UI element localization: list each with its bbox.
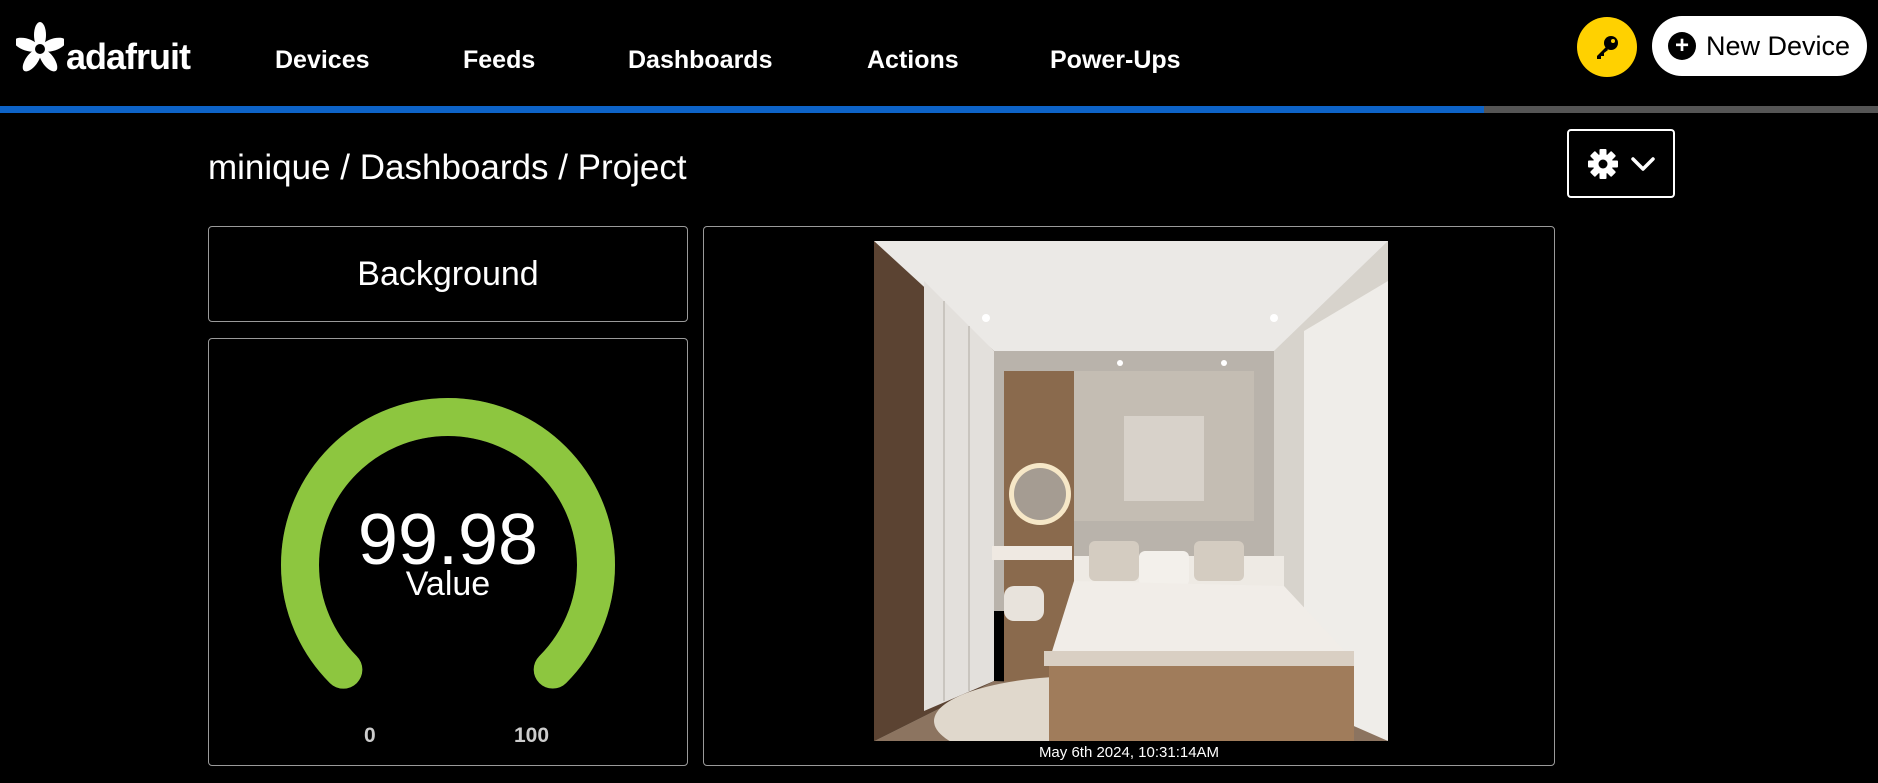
key-icon bbox=[1597, 36, 1618, 59]
text-block-label: Background bbox=[357, 254, 539, 293]
dashboard-settings-button[interactable] bbox=[1567, 129, 1675, 198]
gauge-label: Value bbox=[405, 565, 491, 603]
gauge-block[interactable]: 99.98 Value 0 100 bbox=[208, 338, 688, 766]
adafruit-logo[interactable]: adafruit bbox=[16, 14, 191, 80]
bedroom-image bbox=[874, 241, 1388, 741]
image-timestamp: May 6th 2024, 10:31:14AM bbox=[1038, 744, 1220, 761]
nav-feeds[interactable]: Feeds bbox=[463, 46, 535, 75]
nav-dashboards[interactable]: Dashboards bbox=[628, 46, 772, 75]
image-block[interactable]: May 6th 2024, 10:31:14AM bbox=[703, 226, 1555, 766]
page-progress-fill bbox=[0, 106, 1484, 113]
page-progress-bar bbox=[0, 106, 1878, 113]
new-device-label: New Device bbox=[1706, 30, 1851, 61]
nav-power-ups[interactable]: Power-Ups bbox=[1050, 46, 1181, 75]
nav-actions[interactable]: Actions bbox=[867, 46, 959, 75]
gear-icon bbox=[1588, 148, 1618, 179]
nav-devices[interactable]: Devices bbox=[275, 46, 370, 75]
gauge-max-label: 100 bbox=[514, 724, 550, 747]
text-block-background[interactable]: Background bbox=[208, 226, 688, 322]
logo-text: adafruit bbox=[66, 36, 191, 77]
chevron-down-icon bbox=[1631, 156, 1655, 171]
top-navigation-bar: adafruit Devices Feeds Dashboards Action… bbox=[0, 0, 1878, 106]
new-device-button[interactable]: + New Device bbox=[1652, 16, 1867, 76]
plus-icon: + bbox=[1668, 32, 1696, 60]
breadcrumb: minique / Dashboards / Project bbox=[208, 148, 687, 187]
api-key-button[interactable] bbox=[1577, 17, 1637, 77]
adafruit-flower-icon bbox=[16, 22, 64, 72]
gauge-min-label: 0 bbox=[364, 724, 376, 747]
